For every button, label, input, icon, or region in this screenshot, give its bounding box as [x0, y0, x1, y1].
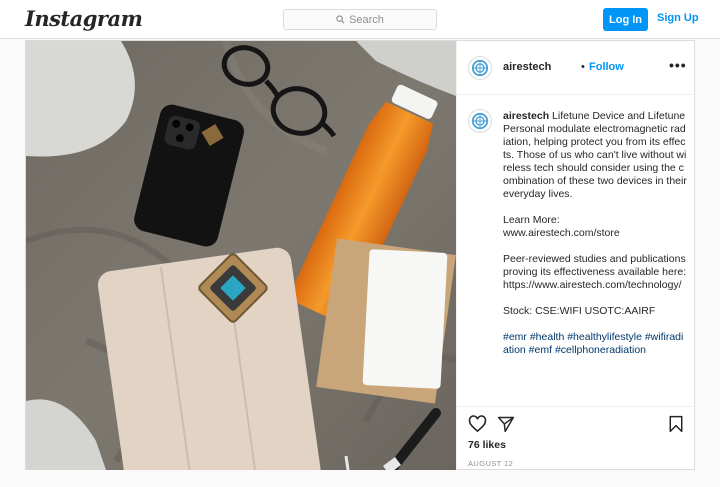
post-sidebar: airestech • Follow ••• airestech Lifetun…: [456, 41, 696, 470]
post-card: airestech • Follow ••• airestech Lifetun…: [25, 40, 696, 470]
like-count[interactable]: 76 likes: [468, 439, 506, 451]
search-placeholder: Search: [349, 13, 384, 26]
airestech-logo-icon: [471, 59, 489, 77]
airestech-logo-icon: [471, 112, 489, 130]
avatar[interactable]: [468, 109, 492, 133]
login-button[interactable]: Log In: [603, 8, 648, 31]
paper-plane-icon[interactable]: [497, 415, 515, 433]
learn-more-label: Learn More:: [503, 214, 560, 226]
heart-icon[interactable]: [468, 415, 487, 433]
signup-link[interactable]: Sign Up: [657, 12, 699, 24]
post-image[interactable]: [26, 41, 456, 470]
studies-text: Peer-reviewed studies and publications p…: [503, 253, 687, 278]
separator-dot: •: [581, 61, 585, 73]
post-caption: airestech Lifetune Device and Lifetune P…: [503, 110, 687, 370]
follow-button[interactable]: Follow: [589, 61, 624, 73]
caption-username[interactable]: airestech: [503, 110, 549, 122]
search-icon: [336, 15, 345, 24]
search-box[interactable]: Search: [283, 9, 437, 30]
instagram-logo[interactable]: Instagram: [25, 6, 143, 31]
studies-url: https://www.airestech.com/technology/: [503, 279, 682, 291]
post-header: airestech • Follow •••: [457, 41, 696, 95]
top-navigation-bar: Instagram Search Log In Sign Up: [0, 0, 720, 39]
stock-info: Stock: CSE:WIFI USOTC:AAIRF: [503, 305, 656, 317]
learn-more-url: www.airestech.com/store: [503, 227, 620, 239]
post-actions: 76 likes AUGUST 12: [457, 406, 696, 470]
hashtags[interactable]: #emr #health #healthylifestyle #wifiradi…: [503, 331, 687, 357]
post-date[interactable]: AUGUST 12: [468, 459, 513, 468]
avatar[interactable]: [468, 56, 492, 80]
caption-body: Lifetune Device and Lifetune Personal mo…: [503, 110, 687, 200]
more-options-icon[interactable]: •••: [669, 57, 687, 73]
bookmark-icon[interactable]: [668, 415, 684, 433]
caption-scroll-area[interactable]: airestech Lifetune Device and Lifetune P…: [457, 96, 696, 406]
post-author[interactable]: airestech: [503, 61, 551, 73]
